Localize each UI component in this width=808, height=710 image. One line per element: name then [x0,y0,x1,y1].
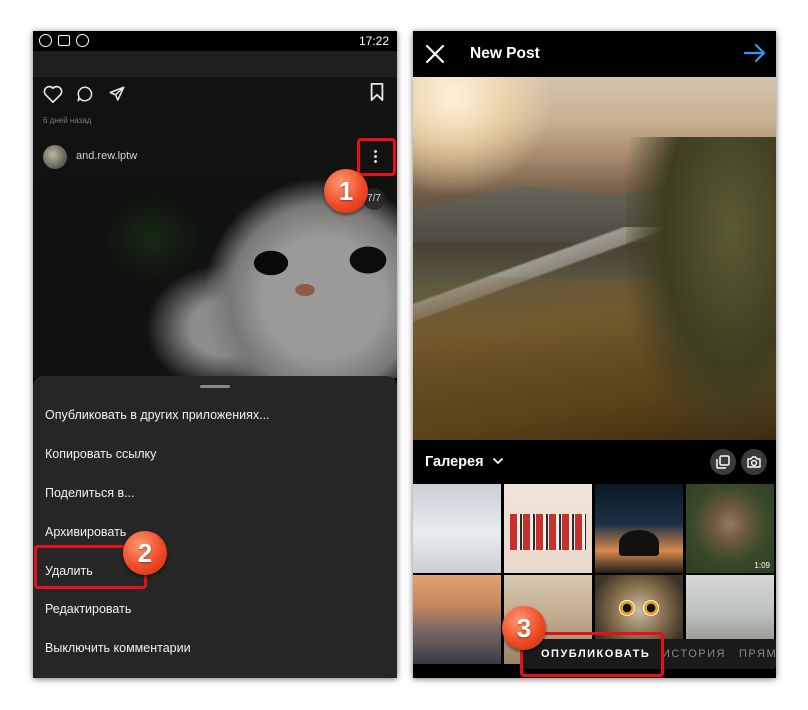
menu-item-turn-off-comments[interactable]: Выключить комментарии [45,641,191,655]
chevron-down-icon[interactable] [492,453,504,474]
preview-sun-glow [413,77,553,197]
camera-icon[interactable] [741,449,767,475]
post-date: 6 дней назад [43,116,92,125]
top-bar: New Post [413,31,776,77]
contact-notification-icon [58,35,70,46]
page-title: New Post [470,45,540,62]
step-badge-2: 2 [123,531,167,575]
highlight-more-button [357,138,396,176]
menu-item-edit[interactable]: Редактировать [45,602,131,616]
menu-item-copy-link[interactable]: Копировать ссылку [45,447,156,461]
like-icon[interactable] [43,85,63,103]
gallery-thumbnail[interactable] [413,484,501,573]
previous-post-strip [33,51,397,77]
close-icon[interactable] [425,44,445,69]
post-actions [43,85,127,103]
tab-live[interactable]: ПРЯМ [739,648,776,660]
sheet-drag-handle[interactable] [200,385,230,388]
bookmark-icon[interactable] [369,83,385,101]
status-time: 17:22 [358,34,389,48]
gallery-thumbnail[interactable] [413,575,501,664]
viber-notification-icon [76,34,89,47]
selected-photo-preview [413,77,776,440]
comment-icon[interactable] [75,85,95,103]
viber-notification-icon [39,34,52,47]
step-badge-1: 1 [324,169,368,213]
status-bar: 17:22 [33,31,397,51]
video-duration: 1:09 [754,561,770,570]
gallery-dropdown[interactable]: Галерея [425,454,484,470]
gallery-thumbnail[interactable]: 1:09 [686,484,774,573]
gallery-bar: Галерея [413,440,776,484]
gallery-thumbnail[interactable] [595,484,683,573]
avatar[interactable] [43,145,67,169]
username[interactable]: and.rew.lptw [76,150,137,162]
options-sheet: Опубликовать в других приложениях... Коп… [33,376,397,678]
menu-item-share-other-apps[interactable]: Опубликовать в других приложениях... [45,408,270,422]
tab-story[interactable]: ИСТОРИЯ [662,648,726,660]
menu-item-share-to[interactable]: Поделиться в... [45,486,135,500]
new-post-screen: New Post Галерея 1:09 ОПУБЛИКОВАТЬ ИСТОР… [413,31,776,678]
arrow-right-icon[interactable] [743,43,766,68]
share-icon[interactable] [107,85,127,103]
multi-select-icon[interactable] [710,449,736,475]
gallery-thumbnail[interactable] [504,484,592,573]
post-screen: 17:22 6 дней назад and.rew.lptw 7/7 Опуб… [33,31,397,678]
preview-hillside [626,137,776,440]
step-badge-3: 3 [502,606,546,650]
menu-item-archive[interactable]: Архивировать [45,525,126,539]
